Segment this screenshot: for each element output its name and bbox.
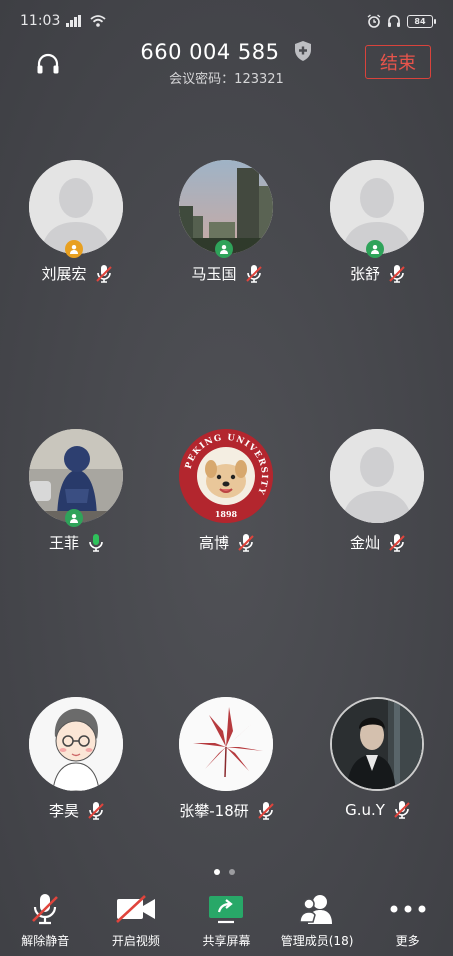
red-leaf bbox=[179, 697, 273, 791]
mic-active-icon bbox=[89, 533, 103, 552]
participant-name: 李昊 bbox=[48, 802, 79, 820]
cartoon-boy bbox=[29, 697, 123, 791]
page-dot-active[interactable] bbox=[214, 869, 220, 875]
participant-name: 马玉国 bbox=[191, 265, 237, 283]
unmute-button[interactable]: 解除静音 bbox=[1, 890, 89, 956]
participant-name: 张攀-18研 bbox=[179, 802, 249, 820]
mic-muted-icon bbox=[238, 533, 254, 552]
host-badge-icon bbox=[65, 240, 83, 258]
wifi-icon bbox=[90, 15, 106, 27]
participant-tile[interactable]: 刘展宏 bbox=[17, 160, 137, 300]
participant-name: G.u.Y bbox=[345, 801, 385, 819]
share-screen-label: 共享屏幕 bbox=[202, 934, 251, 948]
start-video-label: 开启视频 bbox=[111, 934, 160, 948]
placeholder-avatar bbox=[330, 429, 424, 523]
page-indicator[interactable] bbox=[214, 869, 235, 875]
end-meeting-button[interactable]: 结束 bbox=[365, 45, 431, 79]
manage-members-button[interactable]: 管理成员(18) bbox=[273, 890, 361, 956]
participant-name: 金灿 bbox=[349, 534, 380, 552]
mic-muted-icon bbox=[258, 801, 274, 820]
video-off-icon bbox=[116, 895, 155, 923]
participant-name: 王菲 bbox=[48, 534, 79, 552]
man-portrait-photo bbox=[330, 697, 424, 791]
mic-muted-icon bbox=[394, 801, 410, 819]
mic-muted-icon bbox=[95, 264, 112, 283]
more-button[interactable]: 更多 bbox=[364, 890, 452, 956]
participant-name: 刘展宏 bbox=[41, 265, 87, 283]
mic-muted-icon bbox=[245, 264, 262, 283]
meeting-header: 660 004 585 会议密码：123321 结束 bbox=[0, 38, 453, 98]
mic-muted-icon bbox=[389, 533, 405, 552]
status-time: 11:03 bbox=[20, 13, 61, 29]
cohost-badge-icon bbox=[215, 240, 233, 258]
share-screen-icon bbox=[209, 896, 244, 924]
participant-tile[interactable]: 李昊 bbox=[17, 697, 137, 837]
cohost-badge-icon bbox=[65, 509, 83, 527]
page-dot[interactable] bbox=[229, 869, 235, 875]
start-video-button[interactable]: 开启视频 bbox=[92, 890, 180, 956]
mic-muted-icon bbox=[32, 894, 59, 925]
bottom-toolbar: 解除静音 开启视频 共享屏幕 管理成员(18) 更多 bbox=[0, 890, 453, 956]
participant-tile[interactable]: 王菲 bbox=[17, 429, 137, 569]
battery-icon: 84 bbox=[407, 14, 436, 28]
unmute-label: 解除静音 bbox=[21, 934, 70, 948]
more-icon bbox=[390, 905, 426, 913]
manage-members-label: 管理成员(18) bbox=[280, 934, 354, 948]
meeting-id: 660 004 585 bbox=[140, 40, 280, 64]
signal-icon bbox=[66, 15, 82, 27]
cohost-badge-icon bbox=[366, 240, 384, 258]
university-dog-logo: PEKING UNIVERSITY 1898 bbox=[179, 429, 273, 523]
more-label: 更多 bbox=[395, 934, 420, 948]
participant-name: 张舒 bbox=[349, 265, 380, 283]
participant-tile[interactable]: 马玉国 bbox=[167, 160, 287, 300]
participant-tile[interactable]: 金灿 bbox=[318, 429, 438, 569]
mic-muted-icon bbox=[88, 801, 104, 820]
status-bar: 11:03 84 bbox=[0, 0, 453, 42]
participant-name: 高博 bbox=[198, 534, 229, 552]
participant-tile[interactable]: G.u.Y bbox=[318, 697, 438, 837]
university-year-text: 1898 bbox=[215, 509, 238, 519]
headphone-status-icon bbox=[388, 15, 400, 27]
participant-tile[interactable]: 张攀-18研 bbox=[167, 697, 287, 837]
battery-level: 84 bbox=[414, 16, 426, 26]
alarm-icon bbox=[367, 14, 381, 28]
participant-tile[interactable]: PEKING UNIVERSITY 1898 高博 bbox=[167, 429, 287, 569]
mic-muted-icon bbox=[389, 264, 405, 283]
share-screen-button[interactable]: 共享屏幕 bbox=[182, 890, 270, 956]
members-icon bbox=[299, 895, 333, 924]
participant-tile[interactable]: 张舒 bbox=[318, 160, 438, 300]
shield-icon[interactable] bbox=[293, 40, 313, 62]
